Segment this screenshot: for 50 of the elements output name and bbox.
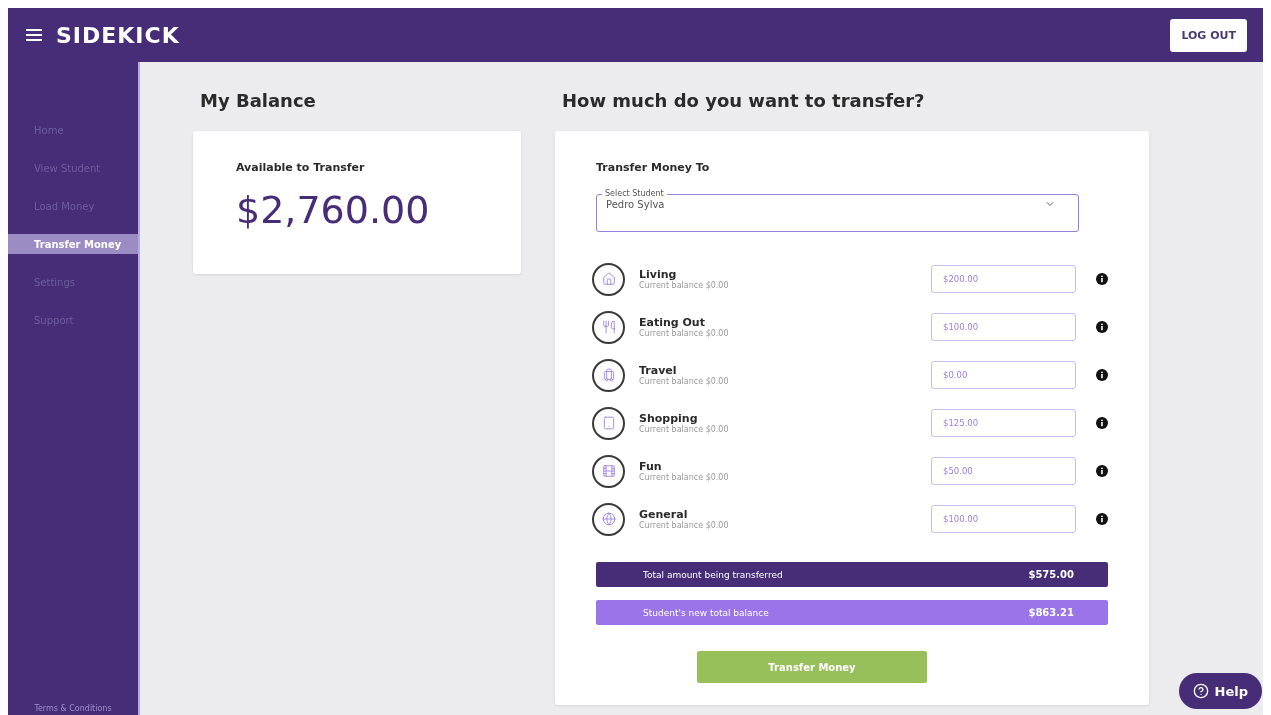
info-icon[interactable] (1096, 321, 1108, 333)
select-label: Select Student (604, 190, 665, 198)
total-value: $575.00 (1028, 569, 1074, 580)
amount-field[interactable]: $100.00 (931, 313, 1076, 341)
logo: SIDEKICK (56, 22, 181, 48)
total-label: Student's new total balance (643, 607, 770, 618)
info-icon[interactable] (1096, 417, 1108, 429)
sidebar-item[interactable]: Transfer Money (8, 234, 138, 254)
section-title: Transfer Money To (596, 161, 711, 174)
info-icon[interactable] (1096, 465, 1108, 477)
house-icon (601, 272, 616, 286)
amount-field[interactable]: $0.00 (931, 361, 1076, 389)
help-button[interactable]: Help (1178, 673, 1262, 709)
category-balance: Current balance $0.00 (639, 377, 730, 386)
category-balance: Current balance $0.00 (639, 521, 730, 530)
tablet-icon (601, 416, 616, 430)
category-balance: Current balance $0.00 (639, 425, 730, 434)
amount-field[interactable]: $125.00 (931, 409, 1076, 437)
category-name: General (639, 508, 689, 521)
category-balance: Current balance $0.00 (639, 473, 730, 482)
info-icon[interactable] (1096, 369, 1108, 381)
globe-icon (601, 512, 616, 526)
amount-field[interactable]: $50.00 (931, 457, 1076, 485)
help-icon (1192, 683, 1209, 699)
category-balance: Current balance $0.00 (639, 281, 730, 290)
utensils-icon (601, 320, 616, 334)
amount-field[interactable]: $200.00 (931, 265, 1076, 293)
total-label: Total amount being transferred (643, 569, 784, 580)
balance-amount: $2,760.00 (236, 188, 431, 232)
film-icon (601, 464, 616, 478)
category-name: Travel (639, 364, 678, 377)
info-icon[interactable] (1096, 273, 1108, 285)
category-balance: Current balance $0.00 (639, 329, 730, 338)
terms-link[interactable]: Terms & Conditions (8, 704, 138, 715)
category-name: Living (639, 268, 677, 281)
menu-icon[interactable] (26, 29, 42, 41)
info-icon[interactable] (1096, 513, 1108, 525)
logout-button[interactable]: LOG OUT (1170, 18, 1247, 52)
balance-title: My Balance (200, 90, 317, 111)
amount-field[interactable]: $100.00 (931, 505, 1076, 533)
student-select[interactable]: Select Student Pedro Sylva (596, 190, 1079, 232)
transfer-button[interactable]: Transfer Money (697, 651, 927, 683)
category-name: Fun (639, 460, 663, 473)
balance-label: Available to Transfer (236, 161, 366, 174)
select-value: Pedro Sylva (606, 198, 666, 210)
category-name: Shopping (639, 412, 698, 425)
category-name: Eating Out (639, 316, 706, 329)
transfer-title: How much do you want to transfer? (562, 90, 926, 111)
total-value: $863.21 (1028, 607, 1074, 618)
luggage-icon (601, 368, 616, 382)
